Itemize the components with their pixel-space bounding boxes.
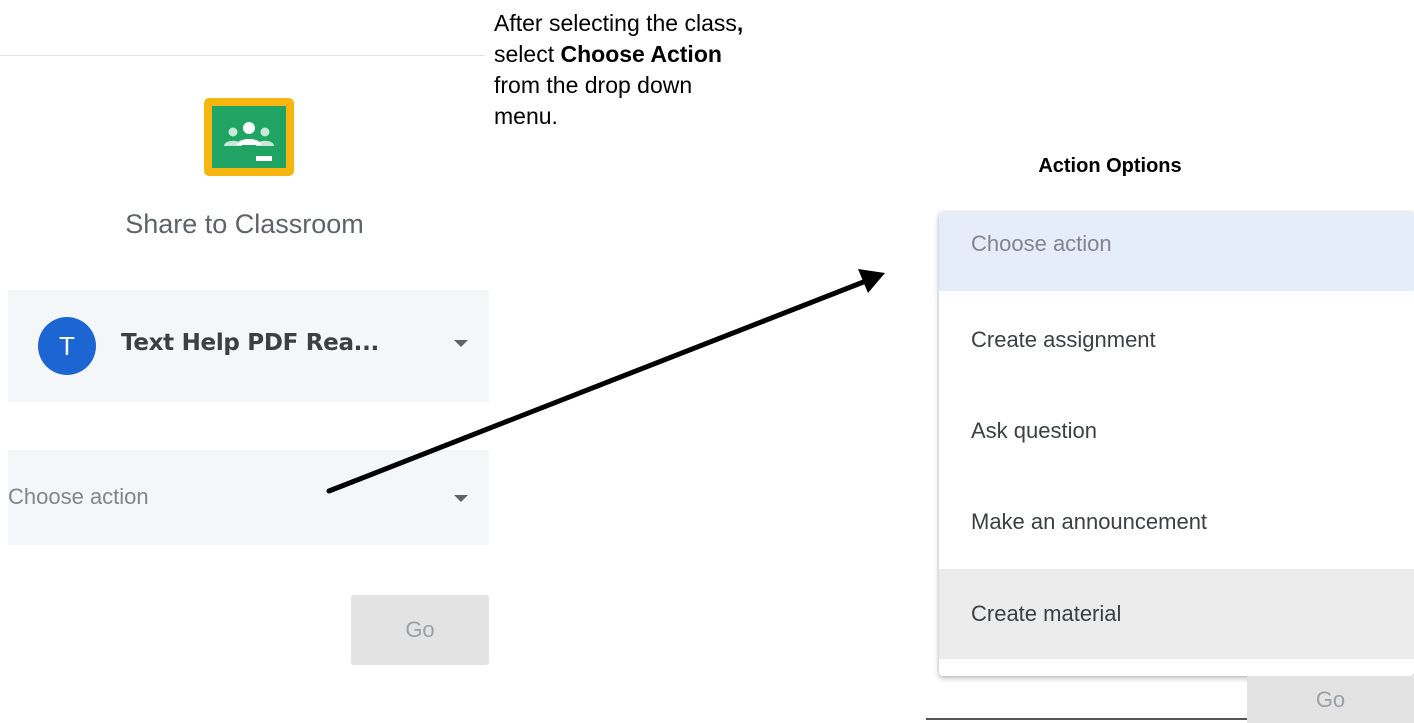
go-button-secondary[interactable]: Go — [1247, 676, 1414, 723]
menu-item-choose-action[interactable]: Choose action — [939, 212, 1414, 291]
menu-item-create-assignment[interactable]: Create assignment — [939, 295, 1414, 385]
menu-item-ask-question[interactable]: Ask question — [939, 386, 1414, 476]
action-options-heading: Action Options — [1038, 155, 1182, 177]
menu-item-create-material[interactable]: Create material — [939, 569, 1414, 659]
menu-item-make-announcement[interactable]: Make an announcement — [939, 477, 1414, 567]
bottom-divider — [926, 718, 1247, 720]
action-options-menu: Choose action Create assignment Ask ques… — [939, 212, 1414, 676]
